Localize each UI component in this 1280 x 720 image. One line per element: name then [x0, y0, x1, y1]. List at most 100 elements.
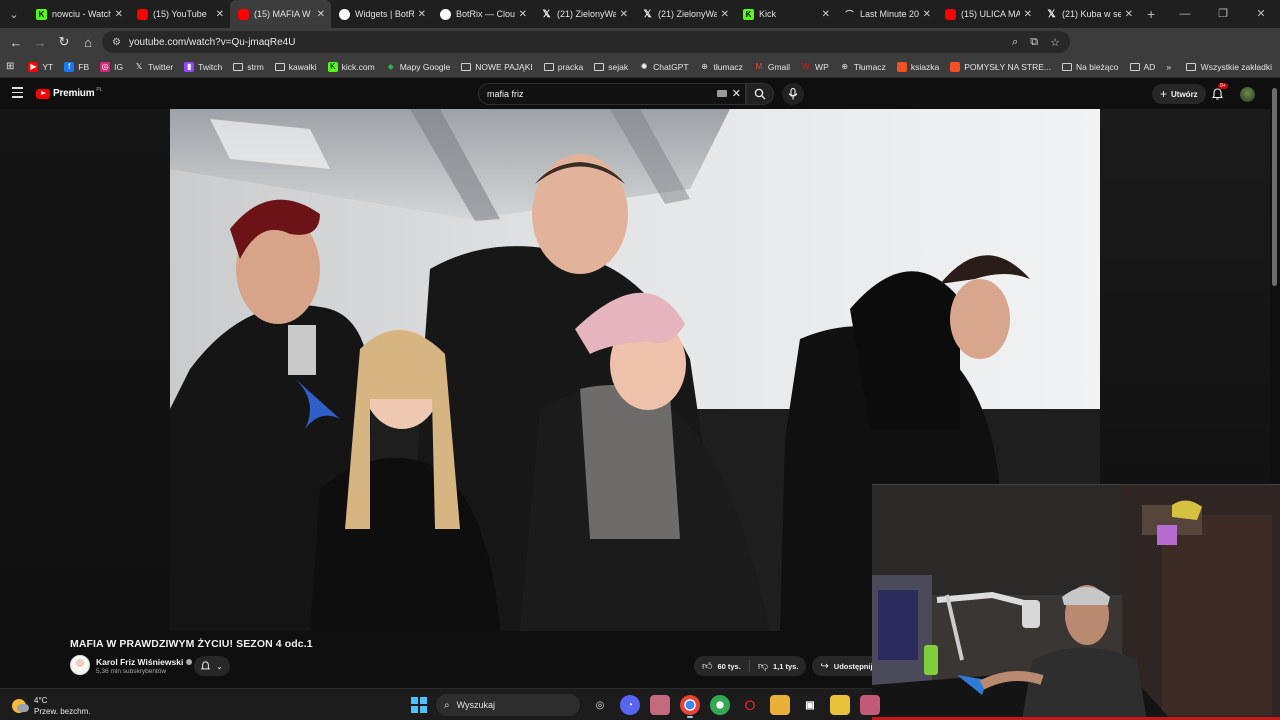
bookmark-item[interactable]: ▮ Twitch: [184, 61, 222, 72]
minimize-icon[interactable]: —: [1166, 0, 1204, 28]
address-bar[interactable]: ⚙ youtube.com/watch?v=Qu-jmaqRe4U ⌕ ⧉ ☆: [102, 31, 1070, 53]
notepad-icon[interactable]: ▣: [800, 695, 820, 715]
youtube-logo[interactable]: Premium PL: [36, 87, 103, 99]
close-tab-icon[interactable]: ✕: [317, 9, 325, 20]
channel-name-link[interactable]: Karol Friz Wiśniewski: [96, 657, 193, 667]
like-button[interactable]: 👍︎ 60 tys.: [694, 656, 749, 676]
channel-avatar[interactable]: [70, 655, 90, 675]
start-button[interactable]: [411, 697, 427, 713]
browser-tab[interactable]: BotRix — Clou ✕: [432, 0, 533, 28]
bookmark-label: Tłumacz: [853, 61, 886, 72]
youtube-icon: [137, 8, 148, 20]
chrome-icon[interactable]: [680, 695, 700, 718]
bookmark-item[interactable]: ⊕ tłumacz: [700, 62, 743, 72]
bookmark-item[interactable]: W WP: [801, 62, 828, 72]
all-bookmarks-button[interactable]: Wszystkie zakładki: [1185, 56, 1272, 78]
new-tab-button[interactable]: +: [1147, 6, 1155, 22]
bookmark-label: FB: [78, 61, 90, 72]
close-tab-icon[interactable]: ✕: [620, 9, 628, 20]
discord-icon[interactable]: ◔: [620, 695, 640, 715]
create-button[interactable]: + Utwórz: [1152, 84, 1206, 104]
kick-icon: K: [327, 61, 338, 72]
close-window-icon[interactable]: ✕: [1242, 0, 1280, 28]
close-tab-icon[interactable]: ✕: [519, 9, 527, 20]
bookmark-item[interactable]: POMYSŁY NA STRE...: [950, 61, 1051, 72]
bookmark-item[interactable]: kawałki: [274, 61, 317, 72]
close-tab-icon[interactable]: ✕: [822, 9, 830, 20]
bookmark-item[interactable]: NOWE PAJĄKI: [461, 62, 533, 72]
apps-grid-icon[interactable]: ⊞: [6, 61, 14, 72]
bookmark-item[interactable]: ◆ Mapy Google: [386, 62, 451, 72]
botrix-icon: [339, 8, 350, 20]
bookmark-item[interactable]: AD: [1129, 62, 1155, 72]
bookmarks-overflow-button[interactable]: »: [1166, 62, 1171, 72]
bookmark-item[interactable]: ⊕ Tłumacz: [840, 61, 886, 72]
photo-app-icon[interactable]: [650, 695, 670, 715]
bookmark-item[interactable]: ksiazka: [896, 61, 939, 72]
tab-title: (21) Kuba w se: [1062, 9, 1121, 19]
maximize-icon[interactable]: ❐: [1204, 0, 1242, 28]
browser-tab[interactable]: 𝕏 (21) ZielonyWa ✕: [533, 0, 634, 28]
weather-widget[interactable]: 4°C Przew. bezchm.: [12, 695, 90, 717]
subscription-bell-button[interactable]: ⌄: [194, 656, 230, 676]
zoom-icon[interactable]: ⌕: [1012, 36, 1018, 49]
back-icon[interactable]: ←: [4, 35, 28, 50]
browser-tab[interactable]: (15) YouTube ✕: [129, 0, 230, 28]
dislike-button[interactable]: 👎︎ 1,1 tys.: [750, 656, 807, 676]
search-button[interactable]: [746, 83, 774, 105]
notifications-button[interactable]: 9+: [1211, 83, 1228, 105]
guide-menu-icon[interactable]: [12, 87, 23, 101]
tab-search-icon[interactable]: ⌄: [0, 0, 28, 28]
bookmark-label: kawałki: [288, 61, 317, 72]
clear-search-icon[interactable]: ✕: [732, 87, 741, 100]
site-info-icon[interactable]: ⚙: [112, 37, 121, 48]
home-icon[interactable]: ⌂: [76, 35, 100, 50]
browser-tab[interactable]: Knowciu - Watch ✕: [28, 0, 129, 28]
youtube-icon: [945, 8, 956, 20]
browser-tab[interactable]: ⌒ Last Minute 20 ✕: [836, 0, 937, 28]
voice-search-button[interactable]: [782, 83, 804, 105]
close-tab-icon[interactable]: ✕: [418, 9, 426, 20]
app-icon-2[interactable]: [860, 695, 880, 715]
close-tab-icon[interactable]: ✕: [216, 9, 224, 20]
app-icon[interactable]: [830, 695, 850, 715]
close-tab-icon[interactable]: ✕: [1024, 9, 1032, 20]
close-tab-icon[interactable]: ✕: [115, 9, 123, 20]
account-avatar[interactable]: [1240, 87, 1255, 102]
bookmark-star-icon[interactable]: ☆: [1050, 36, 1060, 49]
cast-icon[interactable]: ⧉: [1030, 36, 1038, 49]
browser-tab[interactable]: Widgets | BotR ✕: [331, 0, 432, 28]
obs-icon[interactable]: ◎: [590, 695, 610, 715]
forward-icon[interactable]: →: [28, 35, 52, 50]
close-tab-icon[interactable]: ✕: [1125, 9, 1133, 20]
folder-icon: [543, 62, 554, 71]
share-button[interactable]: ↪ Udostępnij: [812, 656, 881, 676]
bookmark-item[interactable]: Na bieżąco: [1061, 62, 1119, 72]
chrome-dev-icon[interactable]: [710, 695, 730, 715]
bookmark-item[interactable]: Kkick.com: [327, 61, 375, 72]
bookmark-item[interactable]: sejak: [594, 62, 628, 72]
bookmark-item[interactable]: M Gmail: [754, 62, 791, 72]
bookmark-item[interactable]: f FB: [64, 61, 90, 72]
bookmark-item[interactable]: strm: [233, 62, 264, 72]
bookmark-item[interactable]: ✺ ChatGPT: [639, 62, 689, 72]
bookmark-item[interactable]: pracka: [543, 62, 583, 72]
page-scrollbar[interactable]: [1272, 88, 1277, 286]
reload-icon[interactable]: ↻: [52, 34, 76, 50]
bookmark-label: kick.com: [341, 61, 375, 72]
bookmark-item[interactable]: ◎ IG: [100, 61, 123, 72]
bookmark-item[interactable]: 𝕏 Twitter: [134, 62, 173, 72]
close-tab-icon[interactable]: ✕: [923, 9, 931, 20]
search-input[interactable]: mafia friz ✕: [478, 83, 746, 105]
opera-icon[interactable]: O: [740, 695, 760, 715]
browser-tab[interactable]: (15) ULICA MA ✕: [937, 0, 1038, 28]
browser-tab[interactable]: 𝕏 (21) Kuba w se ✕: [1038, 0, 1139, 28]
taskbar-search[interactable]: ⌕ Wyszukaj: [436, 694, 580, 716]
close-tab-icon[interactable]: ✕: [721, 9, 729, 20]
browser-tab[interactable]: (15) MAFIA W P ✕: [230, 0, 331, 28]
bookmark-item[interactable]: ▶ YT: [28, 61, 53, 72]
keyboard-icon[interactable]: [717, 90, 727, 97]
browser-tab[interactable]: K Kick ✕: [735, 0, 836, 28]
browser-tab[interactable]: 𝕏 (21) ZielonyWa ✕: [634, 0, 735, 28]
file-explorer-icon[interactable]: [770, 695, 790, 715]
